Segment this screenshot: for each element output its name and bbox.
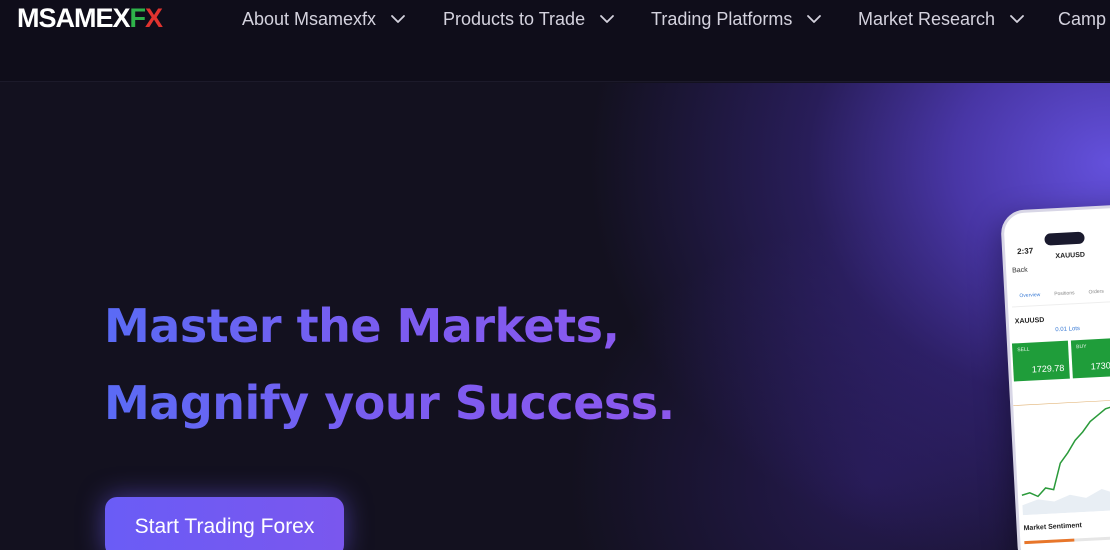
phone-tab-orders: Orders	[1088, 288, 1104, 296]
logo-x: X	[145, 2, 163, 33]
top-nav: MSAMEX F X About Msamexfx Products to Trad…	[0, 0, 1110, 82]
phone-sentiment-bar	[1024, 535, 1110, 545]
hero-section: Master the Markets, Magnify your Success…	[0, 83, 1110, 550]
nav-item-platforms[interactable]: Trading Platforms	[651, 6, 822, 32]
chevron-down-icon	[390, 11, 406, 27]
phone-row-symbol: XAUUSD	[1014, 316, 1045, 326]
phone-tab-overview: Overview	[1019, 292, 1041, 300]
phone-sell-box: SELL 1729.78	[1011, 340, 1070, 382]
phone-buy-box: BUY 1730.97	[1070, 337, 1110, 379]
phone-notch	[1044, 231, 1085, 246]
phone-time: 2:37	[1016, 246, 1034, 257]
nav-item-products[interactable]: Products to Trade	[443, 6, 615, 32]
phone-symbol: XAUUSD	[1055, 251, 1086, 261]
phone-buy-price: 1730.97	[1090, 359, 1110, 372]
phone-sentiment-title: Market Sentiment	[1023, 522, 1083, 533]
start-trading-button[interactable]: Start Trading Forex	[105, 497, 344, 550]
phone-mockup: 2:37 XAUUSD Back Overview Positions Orde…	[1000, 203, 1110, 550]
nav-item-label: Camp	[1058, 8, 1107, 29]
chevron-down-icon	[1009, 11, 1025, 27]
nav-item-campaigns[interactable]: Camp	[1058, 6, 1106, 32]
nav-item-label: About Msamexfx	[242, 8, 377, 29]
logo-f: F	[129, 2, 146, 33]
hero-title: Master the Markets, Magnify your Success…	[104, 288, 675, 442]
phone-tabs: Overview Positions Orders	[1011, 286, 1110, 308]
nav-item-label: Products to Trade	[443, 8, 586, 29]
chevron-down-icon	[599, 11, 615, 27]
brand-logo[interactable]: MSAMEX F X	[17, 2, 163, 33]
nav-item-label: Trading Platforms	[651, 8, 793, 29]
hero-title-line-2: Magnify your Success.	[104, 376, 675, 430]
phone-tab-positions: Positions	[1054, 290, 1075, 298]
phone-sell-label: SELL	[1017, 346, 1030, 354]
chevron-down-icon	[806, 11, 822, 27]
phone-buy-label: BUY	[1076, 343, 1087, 351]
phone-price-chart	[1013, 396, 1110, 516]
phone-sell-price: 1729.78	[1031, 362, 1065, 375]
logo-text: MSAMEX	[17, 2, 131, 33]
nav-item-label: Market Research	[858, 8, 996, 29]
phone-sentiment-fill	[1024, 538, 1074, 545]
nav-item-research[interactable]: Market Research	[858, 6, 1025, 32]
phone-back: Back	[1011, 266, 1028, 275]
nav-item-about[interactable]: About Msamexfx	[242, 6, 406, 32]
phone-lots: 0.01 Lots	[1055, 325, 1081, 334]
hero-title-line-1: Master the Markets,	[104, 299, 620, 353]
